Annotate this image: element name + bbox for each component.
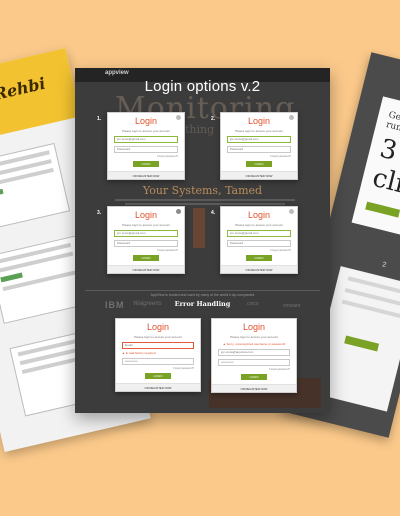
error-handling-title: Error Handling — [174, 300, 231, 308]
password-field[interactable]: Password — [227, 240, 291, 247]
brands-caption: AppView is trusted and used by many of t… — [150, 293, 255, 297]
email-field[interactable]: jon.snow@gmail.com — [114, 230, 178, 237]
field-error-message: ▲ E-mail field is required — [122, 351, 156, 355]
register-link[interactable]: OR REGISTER NOW — [108, 171, 184, 179]
brand-logo: Rehbi — [0, 73, 48, 104]
modal-subtitle: Please login to access your account — [122, 223, 170, 227]
modal-subtitle: Please login to access your account — [235, 129, 283, 133]
promo-button — [344, 335, 380, 352]
register-link[interactable]: OR REGISTER NOW — [221, 265, 297, 273]
background-image — [193, 208, 205, 248]
promo-big-text: 3 click — [369, 133, 400, 207]
login-modal: Login Please login to access your accoun… — [107, 206, 185, 274]
forgot-password-link[interactable]: Forgot password? — [108, 155, 178, 158]
login-error-message: ▲ Sorry, unrecognized username or passwo… — [222, 342, 286, 346]
login-button[interactable]: LOGIN — [246, 161, 272, 167]
login-modal: Login Please login to access your accoun… — [107, 112, 185, 180]
register-link[interactable]: OR REGISTER NOW — [108, 265, 184, 273]
register-link[interactable]: OR REGISTER NOW — [212, 384, 296, 392]
email-field[interactable]: jon.snow@appview.com — [218, 349, 290, 356]
wireframe-card — [0, 142, 71, 232]
forgot-password-link[interactable]: Forgot password? — [116, 367, 194, 370]
password-field[interactable]: •••••••••••• — [122, 358, 194, 365]
modal-title: Login — [134, 210, 158, 220]
email-field[interactable]: jon.snow@gmail.com — [227, 230, 291, 237]
login-button[interactable]: LOGIN — [241, 374, 267, 380]
modal-subtitle: Please login to access your account — [122, 129, 170, 133]
forgot-password-link[interactable]: Forgot password? — [212, 368, 290, 371]
register-link[interactable]: OR REGISTER NOW — [116, 383, 200, 391]
step-number: 2 — [381, 261, 387, 269]
login-options-board: appview Monitoring thing Login options v… — [75, 68, 330, 413]
forgot-password-link[interactable]: Forgot password? — [221, 155, 291, 158]
password-field[interactable]: Password — [114, 240, 178, 247]
step-number: 1. — [97, 116, 102, 122]
login-button[interactable]: LOGIN — [133, 255, 159, 261]
email-field[interactable]: Email — [122, 342, 194, 349]
login-modal: Login Please login to access your accoun… — [220, 112, 298, 180]
login-modal: Login Please login to access your accoun… — [220, 206, 298, 274]
login-modal-error: Login Please login to access your accoun… — [115, 318, 201, 392]
modal-title: Login — [146, 322, 170, 332]
register-link[interactable]: OR REGISTER NOW — [221, 171, 297, 179]
promo-panel: Get up and running in 3 click — [351, 96, 400, 242]
yellow-header: Rehbi — [0, 47, 82, 150]
password-field[interactable]: •••••••••••• — [218, 359, 290, 366]
modal-subtitle: Please login to access your account — [230, 335, 278, 339]
password-field[interactable]: Password — [227, 146, 291, 153]
login-button[interactable]: LOGIN — [145, 373, 171, 379]
divider — [85, 290, 320, 291]
modal-title: Login — [247, 210, 271, 220]
section-title: Your Systems, Tamed — [142, 184, 263, 197]
email-field[interactable]: jon.snow@gmail.com — [114, 136, 178, 143]
forgot-password-link[interactable]: Forgot password? — [221, 249, 291, 252]
text-line — [115, 199, 295, 201]
email-field[interactable]: jon.snow@gmail.com — [227, 136, 291, 143]
close-icon[interactable] — [176, 115, 181, 120]
modal-subtitle: Please login to access your account — [235, 223, 283, 227]
login-button[interactable]: LOGIN — [246, 255, 272, 261]
modal-subtitle: Please login to access your account — [134, 335, 182, 339]
login-button[interactable]: LOGIN — [133, 161, 159, 167]
promo-button — [365, 201, 400, 218]
appview-logo: appview — [105, 70, 129, 76]
login-modal-error: Login Please login to access your accoun… — [211, 318, 297, 393]
hero-subtext: thing — [185, 123, 215, 136]
close-icon[interactable] — [176, 209, 181, 214]
step-number: 4. — [211, 210, 216, 216]
close-icon[interactable] — [289, 209, 294, 214]
modal-title: Login — [242, 322, 266, 332]
modal-title: Login — [247, 116, 271, 126]
step-number: 3. — [97, 210, 102, 216]
forgot-password-link[interactable]: Forgot password? — [108, 249, 178, 252]
step-number: 2. — [211, 116, 216, 122]
close-icon[interactable] — [289, 115, 294, 120]
page-title: Login options v.2 — [144, 78, 261, 95]
password-field[interactable]: Password — [114, 146, 178, 153]
modal-title: Login — [134, 116, 158, 126]
text-line — [125, 203, 285, 205]
